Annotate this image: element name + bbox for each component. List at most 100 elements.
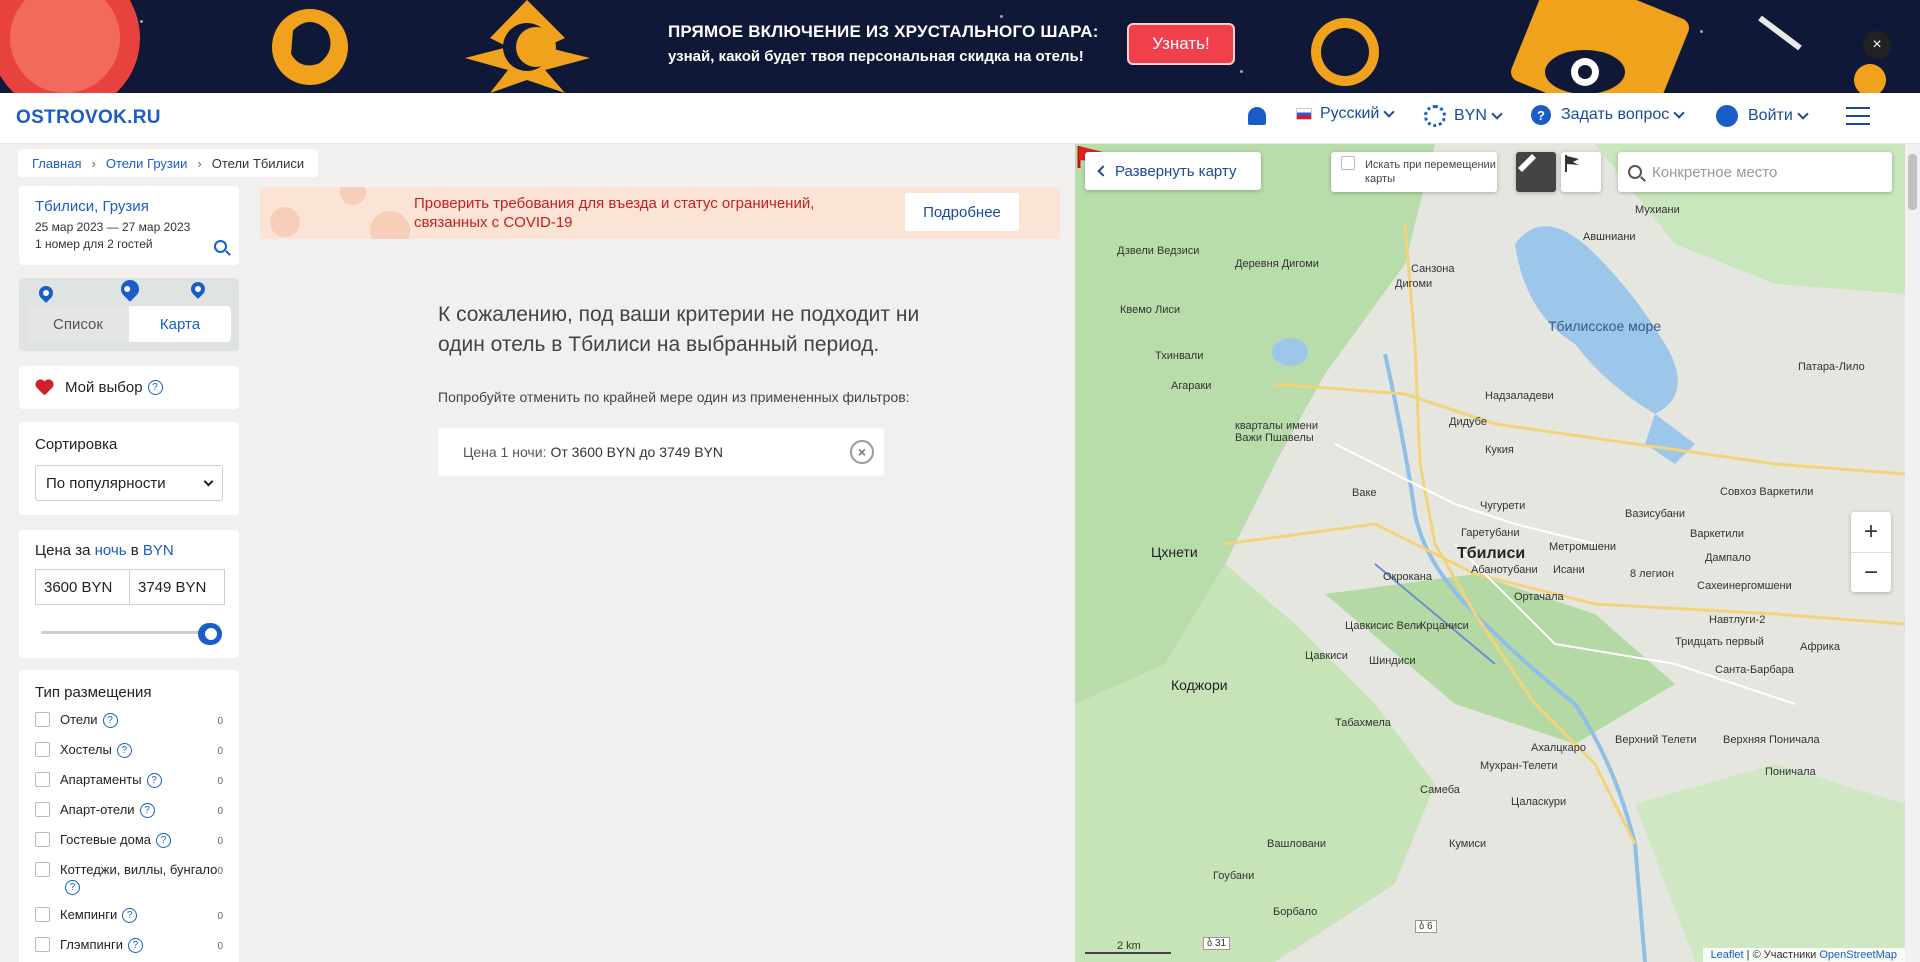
language-selector[interactable]: Русский [1296, 105, 1396, 123]
price-slider-max-handle[interactable] [200, 623, 222, 645]
place-search-input[interactable]: Конкретное место [1618, 152, 1892, 192]
map-scale: 2 km [1085, 940, 1171, 954]
accommodation-type-item[interactable]: Апартаменты? 0 [35, 771, 223, 790]
help-icon[interactable]: ? [147, 380, 163, 395]
breadcrumb: Главная › Отели Грузии › Отели Тбилиси [18, 149, 319, 177]
currency-icon [1424, 105, 1446, 127]
favorites-card[interactable]: Мой выбор ? [19, 366, 239, 409]
zoom-out-button[interactable]: − [1851, 552, 1891, 592]
ask-question-menu[interactable]: ? Задать вопрос [1531, 105, 1685, 125]
help-icon[interactable]: ? [146, 773, 162, 789]
help-icon[interactable]: ? [116, 743, 132, 759]
covid-details-button[interactable]: Подробнее [905, 193, 1019, 231]
question-icon: ? [1531, 105, 1551, 125]
accommodation-type-checkbox[interactable] [35, 772, 50, 787]
map-label: Тбилисское море [1548, 318, 1662, 334]
flag-button[interactable] [1561, 152, 1601, 192]
map-label: кварталы имени Важи Пшавелы [1235, 420, 1318, 444]
help-icon[interactable]: ? [156, 833, 172, 849]
sorting-label: Сортировка [35, 436, 118, 453]
price-min-input[interactable] [35, 569, 130, 605]
accommodation-type-checkbox[interactable] [35, 937, 50, 953]
accommodation-type-item[interactable]: Глэмпинги? 0 [35, 936, 223, 955]
accommodation-type-checkbox[interactable] [35, 802, 50, 817]
zoom-in-button[interactable]: + [1851, 512, 1891, 552]
accommodation-type-list: Отели? 0 Хостелы? 0 Апартаменты? 0 Апарт-отели… [35, 711, 223, 955]
map-label: Санта-Барбара [1715, 664, 1794, 676]
search-on-move-toggle[interactable]: Искать при перемещении карты [1331, 152, 1497, 192]
search-on-move-checkbox[interactable] [1341, 156, 1355, 170]
banner-cta-button[interactable]: Узнать! [1127, 23, 1235, 65]
price-max-input[interactable] [130, 569, 225, 605]
search-city[interactable]: Тбилиси, Грузия [35, 198, 223, 215]
map-label: Самеба [1420, 784, 1460, 796]
virus-decoration [340, 187, 366, 205]
accommodation-type-name: Гостевые дома [60, 832, 152, 847]
place-search-placeholder: Конкретное место [1652, 163, 1778, 181]
help-icon[interactable]: ? [127, 938, 143, 954]
accommodation-type-item[interactable]: Кемпинги? 0 [35, 906, 223, 925]
search-summary-card[interactable]: Тбилиси, Грузия 25 мар 2023 — 27 мар 202… [19, 186, 239, 265]
ask-question-label: Задать вопрос [1561, 106, 1670, 123]
currency-selector[interactable]: BYN [1424, 105, 1503, 127]
accommodation-type-card: Тип размещения Отели? 0 Хостелы? 0 Апартамен… [19, 670, 239, 962]
accommodation-type-item[interactable]: Коттеджи, виллы, бунгало? 0 [35, 861, 223, 896]
accommodation-type-item[interactable]: Хостелы? 0 [35, 741, 223, 760]
ruler-button[interactable] [1516, 152, 1556, 192]
notifications-button[interactable] [1248, 107, 1266, 125]
map-label: Квемо Лиси [1120, 304, 1180, 316]
price-currency-link[interactable]: BYN [143, 542, 174, 559]
sorting-selected: По популярности [46, 474, 166, 492]
accommodation-type-checkbox[interactable] [35, 832, 50, 847]
remove-filter-button[interactable]: × [850, 440, 874, 464]
price-label-in: в [130, 542, 139, 559]
breadcrumb-home[interactable]: Главная [32, 156, 81, 171]
map-view-button[interactable]: Карта [129, 306, 231, 342]
accommodation-type-count: 0 [217, 806, 223, 817]
expand-map-button[interactable]: Развернуть карту [1085, 152, 1261, 190]
map-label: Мухиани [1635, 204, 1680, 216]
accommodation-type-name: Апарт-отели [60, 802, 135, 817]
banner-text: ПРЯМОЕ ВКЛЮЧЕНИЕ ИЗ ХРУСТАЛЬНОГО ШАРА: у… [668, 22, 1099, 65]
price-period-link[interactable]: ночь [95, 542, 127, 559]
sorting-select[interactable]: По популярности [35, 465, 223, 501]
map-label: Мухран-Телети [1480, 760, 1558, 772]
chevron-left-icon [1097, 165, 1109, 177]
breadcrumb-georgia[interactable]: Отели Грузии [106, 156, 188, 171]
chevron-right-icon: › [197, 155, 202, 171]
accommodation-type-item[interactable]: Гостевые дома? 0 [35, 831, 223, 850]
accommodation-type-item[interactable]: Апарт-отели? 0 [35, 801, 223, 820]
view-toggle-card: Список Карта [19, 278, 239, 351]
help-icon[interactable]: ? [122, 908, 138, 924]
login-menu[interactable]: Войти [1716, 105, 1809, 127]
price-slider[interactable] [35, 623, 223, 645]
scrollbar-thumb[interactable] [1908, 154, 1917, 210]
list-view-button[interactable]: Список [27, 306, 129, 342]
active-filter-label: Цена 1 ночи: [463, 444, 547, 460]
search-icon[interactable] [214, 240, 227, 253]
osm-link[interactable]: OpenStreetMap [1819, 949, 1897, 961]
map-label: Гаретубани [1461, 527, 1520, 539]
active-filter-value: От 3600 BYN до 3749 BYN [550, 444, 724, 460]
accommodation-type-count: 0 [217, 836, 223, 847]
banner-close-button[interactable]: × [1863, 31, 1891, 59]
accommodation-type-count: 0 [217, 746, 223, 757]
help-icon[interactable]: ? [65, 880, 80, 896]
page-scrollbar[interactable] [1905, 144, 1920, 962]
map-label: Авшниани [1583, 231, 1636, 243]
site-header: OSTROVOK.RU Русский BYN ? Задать вопрос … [0, 93, 1920, 144]
accommodation-type-checkbox[interactable] [35, 907, 50, 923]
map-panel[interactable]: Тбилисское море Тбилиси Цхнети Коджори Д… [1075, 144, 1905, 962]
leaflet-link[interactable]: Leaflet [1711, 949, 1744, 961]
help-icon[interactable]: ? [139, 803, 155, 819]
site-logo[interactable]: OSTROVOK.RU [16, 107, 161, 129]
accommodation-type-checkbox[interactable] [35, 742, 50, 757]
accommodation-type-checkbox[interactable] [35, 862, 50, 877]
accommodation-type-checkbox[interactable] [35, 712, 50, 727]
attribution-text: | © Участники [1743, 949, 1820, 961]
help-icon[interactable]: ? [102, 713, 118, 729]
accommodation-type-count: 0 [217, 776, 223, 787]
accommodation-type-item[interactable]: Отели? 0 [35, 711, 223, 730]
map-label: Дидубе [1449, 416, 1487, 428]
hamburger-menu-icon[interactable] [1846, 107, 1870, 127]
